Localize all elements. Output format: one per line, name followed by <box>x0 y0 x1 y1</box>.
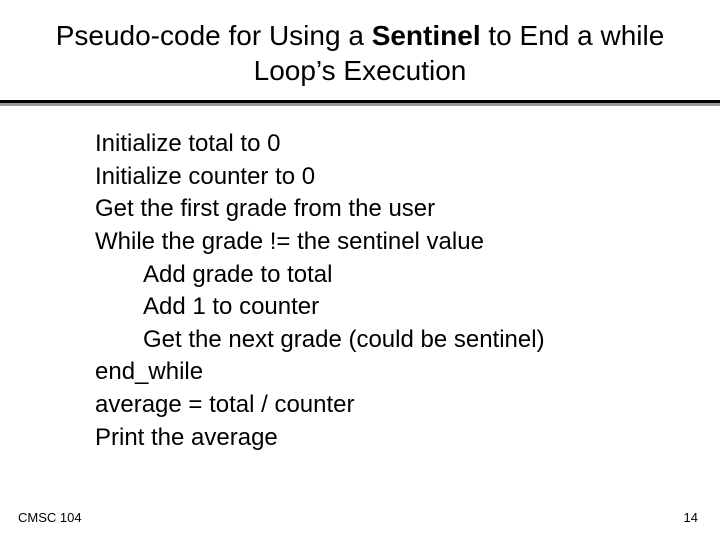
code-line: average = total / counter <box>95 389 720 422</box>
code-line: Get the first grade from the user <box>95 193 720 226</box>
footer-page-number: 14 <box>684 510 698 525</box>
divider-light <box>0 103 720 106</box>
footer-course: CMSC 104 <box>18 510 82 525</box>
title-bold: Sentinel <box>372 20 481 51</box>
code-line: Get the next grade (could be sentinel) <box>95 324 720 357</box>
code-line: Print the average <box>95 422 720 455</box>
code-line: Initialize counter to 0 <box>95 161 720 194</box>
code-line: Add grade to total <box>95 259 720 292</box>
pseudocode-block: Initialize total to 0 Initialize counter… <box>0 128 720 454</box>
slide-title: Pseudo-code for Using a Sentinel to End … <box>0 18 720 100</box>
code-line: While the grade != the sentinel value <box>95 226 720 259</box>
code-line: end_while <box>95 356 720 389</box>
title-part1: Pseudo-code for Using a <box>56 20 372 51</box>
divider <box>0 100 720 106</box>
code-line: Add 1 to counter <box>95 291 720 324</box>
slide: Pseudo-code for Using a Sentinel to End … <box>0 0 720 540</box>
code-line: Initialize total to 0 <box>95 128 720 161</box>
